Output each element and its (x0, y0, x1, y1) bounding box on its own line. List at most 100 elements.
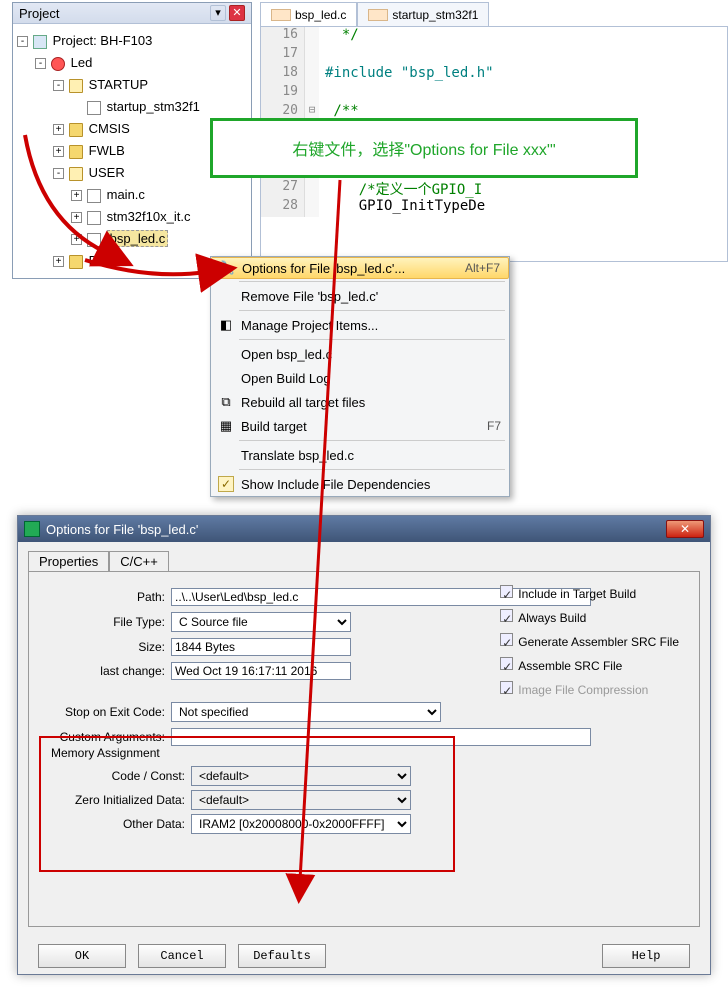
pin-icon[interactable]: ▾ (210, 5, 226, 21)
cb-img-compress: Image File Compression (500, 678, 679, 702)
stopexit-select[interactable]: Not specified (171, 702, 441, 722)
checkbox-icon (500, 681, 513, 694)
zeroinit-select[interactable]: <default> (191, 790, 411, 810)
fold-icon[interactable] (305, 84, 319, 103)
checkbox-group: Include in Target Build Always Build Gen… (500, 582, 679, 702)
options-dialog: Options for File 'bsp_led.c' ✕ Propertie… (17, 515, 711, 975)
zeroinit-label: Zero Initialized Data: (51, 793, 191, 807)
filetype-select[interactable]: C Source file (171, 612, 351, 632)
dialog-title: Options for File 'bsp_led.c' (46, 522, 198, 537)
gutter: 17 (261, 46, 305, 65)
lastchange-field (171, 662, 351, 680)
gutter: 19 (261, 84, 305, 103)
otherdata-label: Other Data: (51, 817, 191, 831)
fold-icon[interactable] (305, 27, 319, 46)
tab-icon (368, 9, 388, 21)
source-text (319, 84, 325, 103)
code-line[interactable]: 17 (261, 46, 727, 65)
project-icon (33, 35, 47, 49)
cb-always-build[interactable]: Always Build (500, 606, 679, 630)
menu-rebuild-all[interactable]: ⧉Rebuild all target files (211, 390, 509, 414)
manage-icon: ◧ (215, 317, 237, 333)
fold-icon[interactable] (305, 198, 319, 217)
defaults-button[interactable]: Defaults (238, 944, 326, 968)
tree-startup[interactable]: STARTUP (89, 77, 148, 92)
tree-stm32it[interactable]: stm32f10x_it.c (107, 209, 191, 224)
context-menu: 🔧Options for File 'bsp_led.c'...Alt+F7 R… (210, 256, 510, 497)
close-icon[interactable]: ✕ (666, 520, 704, 538)
menu-build-target[interactable]: ▦Build targetF7 (211, 414, 509, 438)
checkbox-icon (500, 657, 513, 670)
cb-gen-asm[interactable]: Generate Assembler SRC File (500, 630, 679, 654)
menu-translate[interactable]: Translate bsp_led.c (211, 443, 509, 467)
code-line[interactable]: 27 /*定义一个GPIO_I (261, 179, 727, 198)
stopexit-label: Stop on Exit Code: (43, 705, 171, 719)
tree-startup-file[interactable]: startup_stm32f1 (107, 99, 200, 114)
tab-bsp-led[interactable]: bsp_led.c (260, 2, 357, 26)
file-icon (87, 233, 101, 247)
tree-cmsis[interactable]: CMSIS (89, 121, 130, 136)
dialog-tabs: Properties C/C++ (28, 550, 700, 571)
menu-open-build-log[interactable]: Open Build Log (211, 366, 509, 390)
project-title: Project (19, 6, 59, 21)
cb-include-build[interactable]: Include in Target Build (500, 582, 679, 606)
target-icon (51, 57, 65, 71)
fold-icon[interactable] (305, 65, 319, 84)
size-label: Size: (43, 640, 171, 654)
menu-show-dependencies[interactable]: ✓Show Include File Dependencies (211, 472, 509, 496)
source-text: GPIO_InitTypeDe (319, 198, 485, 217)
memory-title: Memory Assignment (51, 746, 443, 760)
tree-doc[interactable]: DOC (89, 253, 118, 268)
help-button[interactable]: Help (602, 944, 690, 968)
source-text: */ (319, 27, 359, 46)
source-text: #include "bsp_led.h" (319, 65, 494, 84)
codeconst-select[interactable]: <default> (191, 766, 411, 786)
tab-ccpp[interactable]: C/C++ (109, 551, 169, 572)
tree-root[interactable]: Project: BH-F103 (53, 33, 153, 48)
cb-asm-src[interactable]: Assemble SRC File (500, 654, 679, 678)
build-icon: ▦ (215, 418, 237, 434)
code-line[interactable]: 28 GPIO_InitTypeDe (261, 198, 727, 217)
otherdata-select[interactable]: IRAM2 [0x20008000-0x2000FFFF] (191, 814, 411, 834)
tree-user[interactable]: USER (89, 165, 125, 180)
ok-button[interactable]: OK (38, 944, 126, 968)
menu-options-for-file[interactable]: 🔧Options for File 'bsp_led.c'...Alt+F7 (211, 257, 509, 279)
filetype-label: File Type: (43, 615, 171, 629)
size-field (171, 638, 351, 656)
fold-icon[interactable] (305, 46, 319, 65)
expand-icon[interactable]: - (17, 36, 28, 47)
folder-open-icon (69, 167, 83, 181)
tree-led[interactable]: Led (71, 55, 93, 70)
menu-manage-project[interactable]: ◧Manage Project Items... (211, 313, 509, 337)
menu-open-file[interactable]: Open bsp_led.c (211, 342, 509, 366)
code-line[interactable]: 18 #include "bsp_led.h" (261, 65, 727, 84)
source-text: /*定义一个GPIO_I (319, 179, 482, 198)
source-text (319, 46, 325, 65)
rebuild-icon: ⧉ (215, 394, 237, 410)
code-line[interactable]: 16 */ (261, 27, 727, 46)
tree-fwlb[interactable]: FWLB (89, 143, 125, 158)
folder-open-icon (69, 79, 83, 93)
close-icon[interactable]: ✕ (229, 5, 245, 21)
tab-startup[interactable]: startup_stm32f1 (357, 2, 489, 26)
lastchange-label: last change: (43, 664, 171, 678)
file-icon (87, 189, 101, 203)
code-line[interactable]: 19 (261, 84, 727, 103)
editor-tabs: bsp_led.c startup_stm32f1 (260, 2, 489, 26)
gutter: 18 (261, 65, 305, 84)
memory-assignment-frame: Memory Assignment Code / Const:<default>… (39, 736, 455, 872)
menu-remove-file[interactable]: Remove File 'bsp_led.c' (211, 284, 509, 308)
gutter: 27 (261, 179, 305, 198)
checkbox-icon (500, 633, 513, 646)
tree-bspled[interactable]: bsp_led.c (107, 230, 169, 247)
checkbox-icon (500, 609, 513, 622)
dialog-title-bar[interactable]: Options for File 'bsp_led.c' ✕ (18, 516, 710, 542)
cancel-button[interactable]: Cancel (138, 944, 226, 968)
path-label: Path: (43, 590, 171, 604)
tree-mainc[interactable]: main.c (107, 187, 145, 202)
properties-pane: Path: File Type:C Source file Size: last… (28, 571, 700, 927)
fold-icon[interactable] (305, 179, 319, 198)
folder-icon (69, 123, 83, 137)
tab-properties[interactable]: Properties (28, 551, 109, 572)
app-icon (24, 521, 40, 537)
